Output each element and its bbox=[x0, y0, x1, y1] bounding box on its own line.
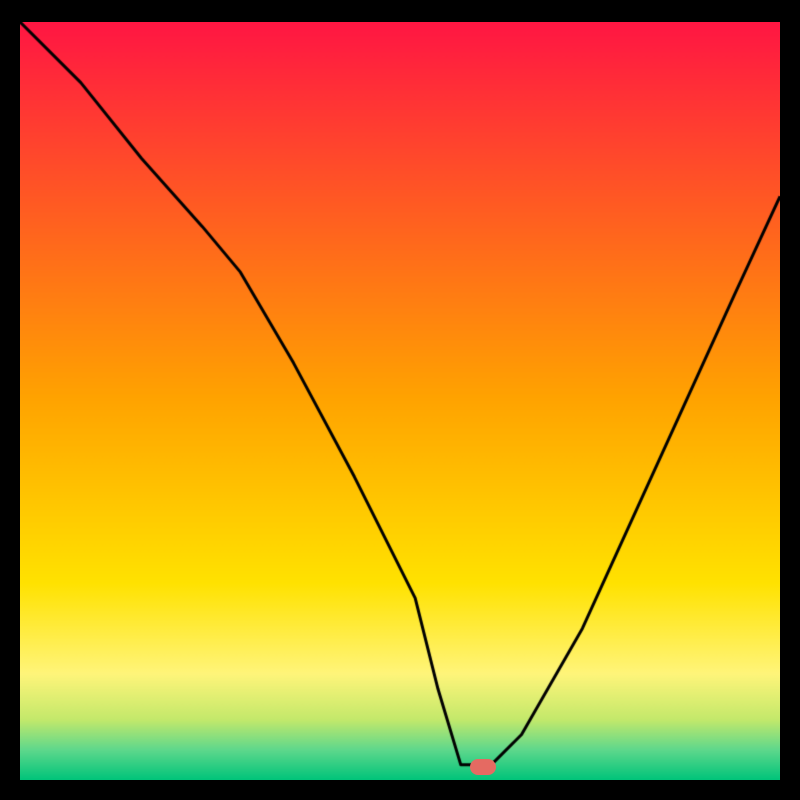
chart-bottleneck-curve bbox=[20, 22, 780, 780]
chart-optimal-marker bbox=[470, 759, 496, 775]
chart-frame: TheBottleneck.com bbox=[20, 22, 780, 780]
